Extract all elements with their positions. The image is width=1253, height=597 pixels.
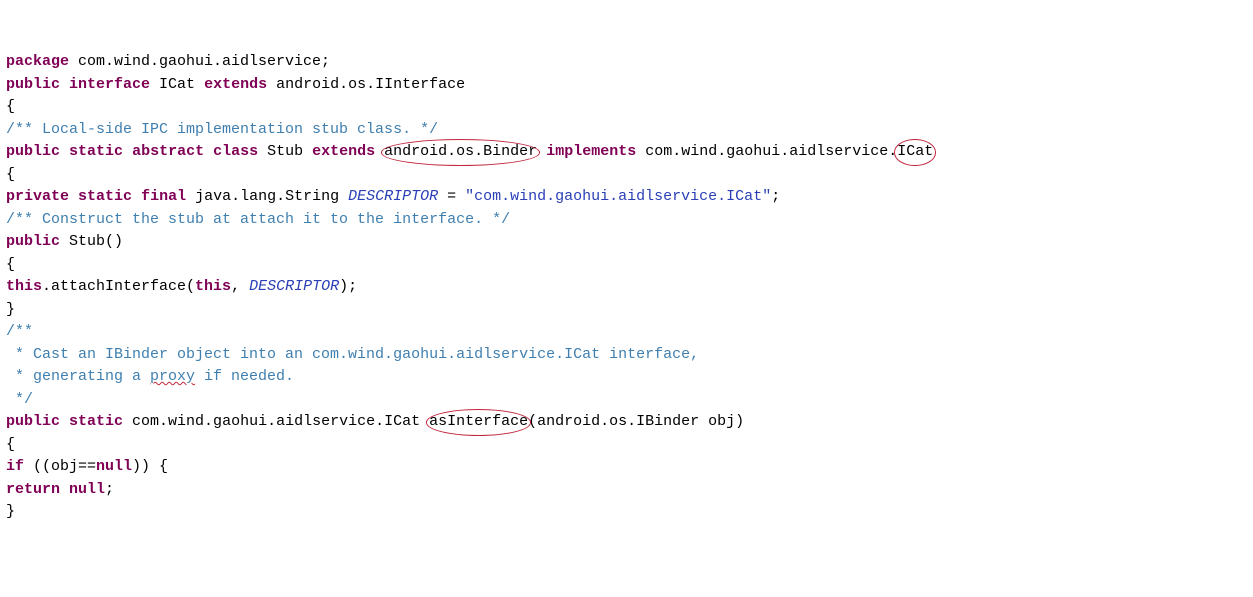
text: com.wind.gaohui.aidlservice. [636, 143, 897, 160]
keyword-class: class [213, 143, 258, 160]
comment-line: if needed. [195, 368, 294, 385]
keyword-final: final [141, 188, 186, 205]
circled-text-asinterface: asInterface [429, 411, 528, 434]
comment-word-proxy: proxy [150, 368, 195, 385]
keyword-public: public [6, 413, 60, 430]
text: ICat [150, 76, 204, 93]
keyword-private: private [6, 188, 69, 205]
text: = [438, 188, 465, 205]
text: )) { [132, 458, 168, 475]
text: Stub [258, 143, 312, 160]
comment-line: * generating a [6, 368, 150, 385]
space [132, 188, 141, 205]
string-literal: "com.wind.gaohui.aidlservice.ICat" [465, 188, 771, 205]
keyword-implements: implements [546, 143, 636, 160]
keyword-static: static [78, 188, 132, 205]
text: Stub() [60, 233, 123, 250]
keyword-static: static [69, 143, 123, 160]
circled-text-binder: android.os.Binder [384, 141, 537, 164]
comment: /** Local-side IPC implementation stub c… [6, 121, 438, 138]
text: , [231, 278, 249, 295]
text: android.os.IInterface [267, 76, 465, 93]
keyword-public: public [6, 76, 60, 93]
identifier-descriptor: DESCRIPTOR [249, 278, 339, 295]
identifier-descriptor: DESCRIPTOR [348, 188, 438, 205]
keyword-null: null [96, 458, 132, 475]
code-block: package com.wind.gaohui.aidlservice; pub… [6, 51, 1247, 524]
keyword-null: null [69, 481, 105, 498]
keyword-if: if [6, 458, 24, 475]
brace-open: { [6, 256, 15, 273]
brace-close: } [6, 503, 15, 520]
keyword-package: package [6, 53, 69, 70]
text: (android.os.IBinder obj) [528, 413, 744, 430]
comment: /** Construct the stub at attach it to t… [6, 211, 510, 228]
keyword-this: this [195, 278, 231, 295]
brace-open: { [6, 436, 15, 453]
keyword-this: this [6, 278, 42, 295]
text: java.lang.String [186, 188, 348, 205]
text: com.wind.gaohui.aidlservice; [69, 53, 330, 70]
keyword-extends: extends [204, 76, 267, 93]
keyword-interface: interface [69, 76, 150, 93]
comment-line: * Cast an IBinder object into an com.win… [6, 346, 699, 363]
comment-start: /** [6, 323, 33, 340]
text: ); [339, 278, 357, 295]
text: ; [105, 481, 114, 498]
text: ; [771, 188, 780, 205]
brace-close: } [6, 301, 15, 318]
space [60, 76, 69, 93]
space [60, 413, 69, 430]
space [60, 143, 69, 160]
keyword-return: return [6, 481, 60, 498]
keyword-static: static [69, 413, 123, 430]
space [60, 481, 69, 498]
keyword-public: public [6, 233, 60, 250]
text: .attachInterface( [42, 278, 195, 295]
space [69, 188, 78, 205]
space [537, 143, 546, 160]
space [123, 143, 132, 160]
comment-end: */ [6, 391, 33, 408]
keyword-extends: extends [312, 143, 375, 160]
keyword-abstract: abstract [132, 143, 204, 160]
keyword-public: public [6, 143, 60, 160]
space [375, 143, 384, 160]
brace-open: { [6, 166, 15, 183]
circled-text-icat: ICat [897, 141, 933, 164]
text: com.wind.gaohui.aidlservice.ICat [123, 413, 429, 430]
brace-open: { [6, 98, 15, 115]
space [204, 143, 213, 160]
text: ((obj== [24, 458, 96, 475]
